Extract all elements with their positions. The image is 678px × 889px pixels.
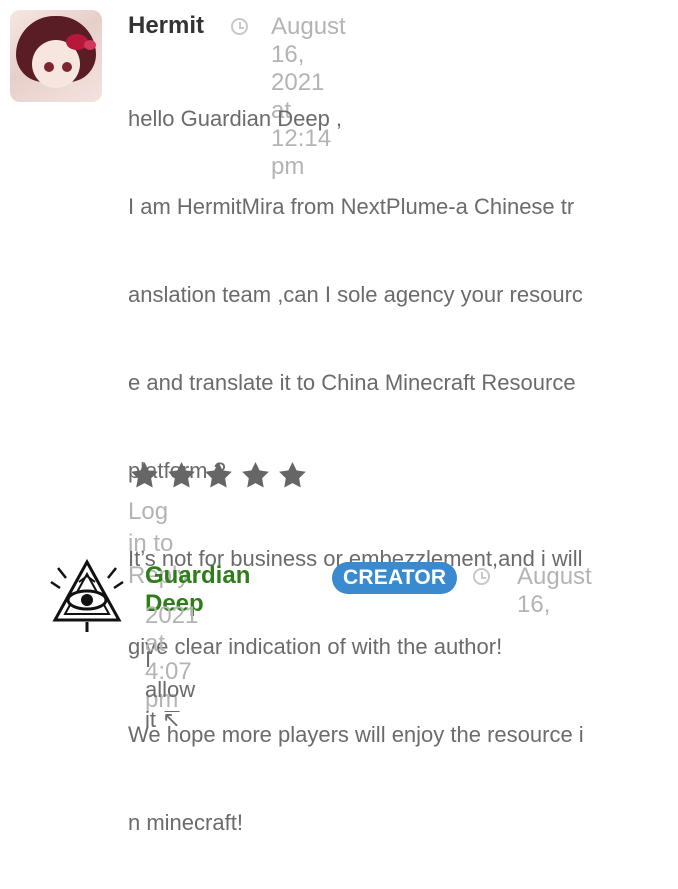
star-icon [168, 462, 195, 488]
comment-line: We hope more players will enjoy the reso… [128, 722, 584, 747]
star-icon [131, 462, 158, 488]
avatar-bow-detail [84, 40, 96, 50]
comment-line: hello Guardian Deep , [128, 106, 343, 131]
reply-date: August 16, [517, 563, 592, 618]
reply-body: I allow it ↸ [145, 647, 196, 732]
avatar [48, 556, 126, 634]
star-icon [242, 462, 269, 488]
comment-line: anslation team ,can I sole agency your r… [128, 282, 583, 307]
comment-line: I am HermitMira from NextPlume-a Chinese… [128, 194, 575, 219]
clock-icon [473, 568, 490, 585]
star-icon [205, 462, 232, 488]
avatar-eye-left [44, 62, 54, 72]
creator-badge: CREATOR [332, 562, 458, 594]
comment-line: n minecraft! [128, 810, 243, 835]
avatar-eye-right [62, 62, 72, 72]
creator-emblem-icon [50, 558, 124, 632]
avatar [10, 10, 102, 102]
rating-stars [128, 459, 309, 492]
clock-icon [231, 18, 248, 35]
comment-author: Hermit [128, 12, 205, 39]
comment-line: give clear indication of with the author… [128, 634, 503, 659]
star-icon [279, 462, 306, 488]
comment-line: e and translate it to China Minecraft Re… [128, 370, 576, 395]
